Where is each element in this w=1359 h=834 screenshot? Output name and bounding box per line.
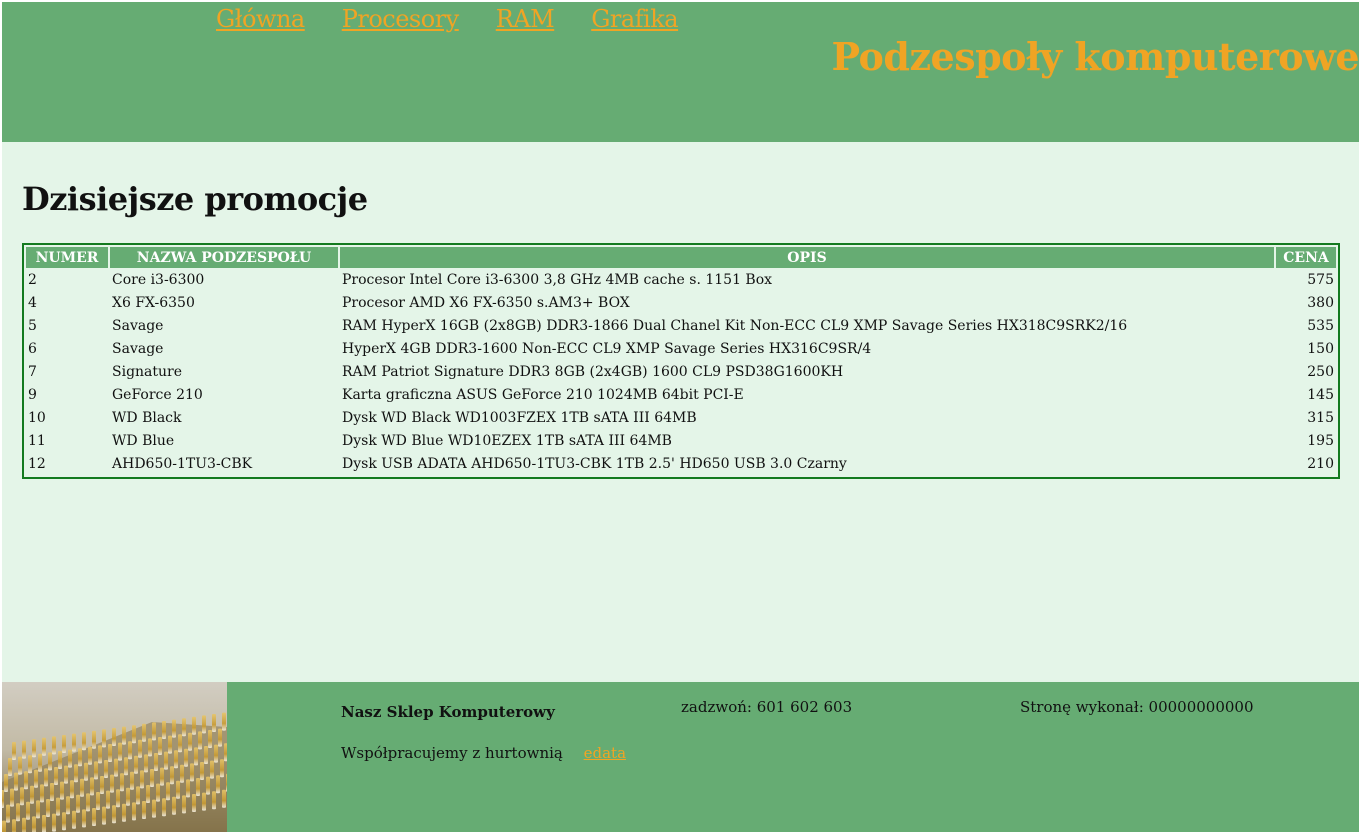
table-row: 9 GeForce 210 Karta graficzna ASUS GeFor… [26,385,1336,406]
cell-numer: 11 [28,433,46,449]
main-nav: Główna Procesory RAM Grafika [216,4,715,34]
table-row: 7 Signature RAM Patriot Signature DDR3 8… [26,362,1336,383]
cell-numer: 7 [28,364,37,380]
page-title: Dzisiejsze promocje [22,180,368,218]
cell-nazwa: GeForce 210 [112,387,203,403]
cell-cena: 315 [1307,410,1334,426]
processor-pins-image [2,682,227,832]
cell-nazwa: Savage [112,341,164,357]
cell-opis: Dysk USB ADATA AHD650-1TU3-CBK 1TB 2.5' … [342,456,847,472]
table-row: 6 Savage HyperX 4GB DDR3-1600 Non-ECC CL… [26,339,1336,360]
column-header-cena: CENA [1276,247,1336,268]
nav-link-glowna[interactable]: Główna [216,4,305,34]
cell-nazwa: Savage [112,318,164,334]
nav-link-ram[interactable]: RAM [496,4,555,34]
table-row: 11 WD Blue Dysk WD Blue WD10EZEX 1TB sAT… [26,431,1336,452]
partner-text: Współpracujemy z hurtownią [341,744,563,762]
cell-numer: 12 [28,456,46,472]
cell-cena: 150 [1307,341,1334,357]
table-row: 4 X6 FX-6350 Procesor AMD X6 FX-6350 s.A… [26,293,1336,314]
cell-opis: RAM HyperX 16GB (2x8GB) DDR3-1866 Dual C… [342,318,1128,334]
cell-nazwa: AHD650-1TU3-CBK [112,456,253,472]
table-row: 2 Core i3-6300 Procesor Intel Core i3-63… [26,270,1336,291]
cell-numer: 6 [28,341,37,357]
nav-link-grafika[interactable]: Grafika [591,4,678,34]
site-title: Podzespoły komputerowe [831,34,1359,79]
cell-nazwa: Core i3-6300 [112,272,205,288]
cell-opis: Karta graficzna ASUS GeForce 210 1024MB … [342,387,744,403]
cell-numer: 2 [28,272,37,288]
cell-numer: 4 [28,295,37,311]
cell-opis: Procesor Intel Core i3-6300 3,8 GHz 4MB … [342,272,773,288]
shop-name: Nasz Sklep Komputerowy [341,703,555,721]
cell-nazwa: Signature [112,364,183,380]
cell-numer: 9 [28,387,37,403]
cell-cena: 145 [1307,387,1334,403]
table-row: 5 Savage RAM HyperX 16GB (2x8GB) DDR3-18… [26,316,1336,337]
cell-cena: 250 [1307,364,1334,380]
column-header-nazwa: NAZWA PODZESPOŁU [110,247,338,268]
cell-numer: 5 [28,318,37,334]
partner-info: Współpracujemy z hurtownią edata [341,744,626,762]
cell-opis: RAM Patriot Signature DDR3 8GB (2x4GB) 1… [342,364,844,380]
footer: Nasz Sklep Komputerowy Współpracujemy z … [2,682,1359,832]
table-row: 10 WD Black Dysk WD Black WD1003FZEX 1TB… [26,408,1336,429]
cell-cena: 210 [1307,456,1334,472]
cell-numer: 10 [28,410,46,426]
page-author: Stronę wykonał: 00000000000 [1020,698,1254,716]
table-row: 12 AHD650-1TU3-CBK Dysk USB ADATA AHD650… [26,454,1336,475]
table-header-row: NUMER NAZWA PODZESPOŁU OPIS CENA [26,247,1336,268]
column-header-opis: OPIS [340,247,1274,268]
cell-cena: 575 [1307,272,1334,288]
cell-opis: Dysk WD Blue WD10EZEX 1TB sATA III 64MB [342,433,672,449]
cell-cena: 195 [1307,433,1334,449]
header: Główna Procesory RAM Grafika Podzespoły … [2,2,1359,142]
cell-opis: HyperX 4GB DDR3-1600 Non-ECC CL9 XMP Sav… [342,341,872,357]
partner-link[interactable]: edata [584,744,626,762]
promotions-table: NUMER NAZWA PODZESPOŁU OPIS CENA 2 Core … [22,243,1340,479]
processor-pins-icon [2,682,227,832]
cell-cena: 535 [1307,318,1334,334]
column-header-numer: NUMER [26,247,108,268]
cell-nazwa: X6 FX-6350 [112,295,195,311]
nav-link-procesory[interactable]: Procesory [342,4,460,34]
cell-opis: Procesor AMD X6 FX-6350 s.AM3+ BOX [342,295,630,311]
page: Główna Procesory RAM Grafika Podzespoły … [0,0,1359,834]
cell-nazwa: WD Black [112,410,182,426]
cell-cena: 380 [1307,295,1334,311]
cell-opis: Dysk WD Black WD1003FZEX 1TB sATA III 64… [342,410,697,426]
phone-number: zadzwoń: 601 602 603 [681,698,853,716]
main-content: Dzisiejsze promocje NUMER NAZWA PODZESPO… [2,142,1359,682]
cell-nazwa: WD Blue [112,433,175,449]
